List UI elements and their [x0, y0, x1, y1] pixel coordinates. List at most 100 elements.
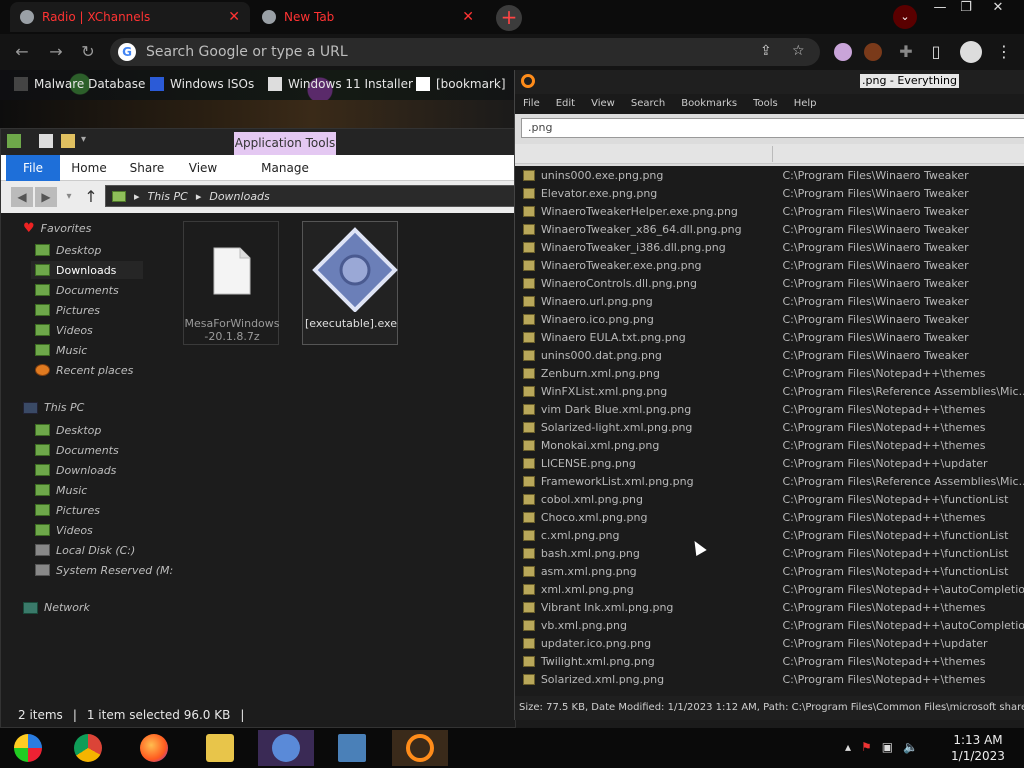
folder-quick-icon[interactable]: [7, 134, 21, 148]
menu-edit[interactable]: Edit: [548, 94, 583, 114]
bookmark-star-icon[interactable]: ☆: [792, 43, 805, 59]
bookmark-placeholder[interactable]: [bookmark]: [416, 77, 506, 91]
result-row[interactable]: WinaeroControls.dll.png.png C:\Program Fi…: [515, 274, 1024, 292]
forward-arrow-icon[interactable]: ▶: [35, 187, 57, 207]
result-row[interactable]: Winaero.url.png.png C:\Program Files\Wina…: [515, 292, 1024, 310]
reload-icon[interactable]: ↻: [78, 42, 98, 62]
nav-pc-downloads[interactable]: Downloads: [35, 461, 116, 479]
tab-manage[interactable]: Manage: [257, 155, 313, 181]
up-arrow-icon[interactable]: ↑: [81, 187, 101, 207]
more-menu-icon[interactable]: ⋮: [994, 42, 1014, 62]
customize-chevron-icon[interactable]: ▾: [81, 134, 95, 148]
nav-pc-desktop[interactable]: Desktop: [35, 421, 101, 439]
taskbar-firefox[interactable]: [126, 730, 182, 766]
result-row[interactable]: Twilight.xml.png.png C:\Program Files\Not…: [515, 652, 1024, 670]
close-tab-icon[interactable]: ✕: [462, 9, 474, 25]
menu-help[interactable]: Help: [786, 94, 825, 114]
results-list[interactable]: unins000.exe.png.png C:\Program Files\Win…: [515, 166, 1024, 696]
result-row[interactable]: updater.ico.png.png C:\Program Files\Note…: [515, 634, 1024, 652]
chevron-down-icon[interactable]: ⌄: [893, 5, 917, 29]
extension-icon[interactable]: [834, 43, 852, 61]
close-tab-icon[interactable]: ✕: [228, 9, 240, 25]
menu-file[interactable]: File: [515, 94, 548, 114]
tab-new-tab[interactable]: New Tab ✕: [252, 2, 484, 32]
result-row[interactable]: c.xml.png.png C:\Program Files\Notepad++\…: [515, 526, 1024, 544]
new-folder-icon[interactable]: [61, 134, 75, 148]
tab-file[interactable]: File: [6, 155, 60, 181]
nav-fav-desktop[interactable]: Desktop: [35, 241, 101, 259]
result-row[interactable]: cobol.xml.png.png C:\Program Files\Notepa…: [515, 490, 1024, 508]
nav-fav-videos[interactable]: Videos: [35, 321, 93, 339]
properties-icon[interactable]: [39, 134, 53, 148]
address-box[interactable]: ▸ This PC ▸ Downloads: [105, 185, 515, 207]
recent-chevron-icon[interactable]: ▾: [59, 187, 79, 207]
profile-avatar-icon[interactable]: [960, 41, 982, 63]
result-row[interactable]: FrameworkList.xml.png.png C:\Program File…: [515, 472, 1024, 490]
file-item-selected[interactable]: [executable].exe: [302, 221, 398, 345]
menu-view[interactable]: View: [583, 94, 623, 114]
nav-fav-music[interactable]: Music: [35, 341, 87, 359]
tab-view[interactable]: View: [181, 155, 225, 181]
result-row[interactable]: LICENSE.png.png C:\Program Files\Notepad+…: [515, 454, 1024, 472]
restore-button[interactable]: ❐: [950, 0, 982, 18]
nav-fav-pictures[interactable]: Pictures: [35, 301, 100, 319]
result-row[interactable]: Zenburn.xml.png.png C:\Program Files\Note…: [515, 364, 1024, 382]
result-row[interactable]: WinFXList.xml.png.png C:\Program Files\Re…: [515, 382, 1024, 400]
result-row[interactable]: Solarized.xml.png.png C:\Program Files\No…: [515, 670, 1024, 688]
bookmark-windows-11-installer[interactable]: Windows 11 Installer: [268, 77, 413, 91]
new-tab-button[interactable]: +: [496, 5, 522, 31]
taskbar-chrome[interactable]: [60, 730, 116, 766]
nav-fav-downloads[interactable]: Downloads: [31, 261, 143, 279]
nav-fav-recent-places[interactable]: Recent places: [35, 361, 133, 379]
result-row[interactable]: WinaeroTweaker_x86_64.dll.png.png C:\Prog…: [515, 220, 1024, 238]
volume-icon[interactable]: 🔈: [903, 740, 918, 754]
nav-network[interactable]: Network: [23, 601, 90, 614]
chevron-up-icon[interactable]: ▴: [845, 740, 851, 754]
share-icon[interactable]: ⇪: [760, 43, 772, 59]
menu-tools[interactable]: Tools: [745, 94, 786, 114]
result-row[interactable]: Winaero.ico.png.png C:\Program Files\Wina…: [515, 310, 1024, 328]
nav-favorites[interactable]: ♥ Favorites: [23, 221, 91, 236]
result-row[interactable]: asm.xml.png.png C:\Program Files\Notepad+…: [515, 562, 1024, 580]
result-row[interactable]: unins000.dat.png.png C:\Program Files\Win…: [515, 346, 1024, 364]
nav-system-reserved[interactable]: System Reserved (M:: [35, 561, 173, 579]
tab-radio[interactable]: Radio | XChannels ✕: [10, 2, 250, 32]
result-row[interactable]: Monokai.xml.png.png C:\Program Files\Note…: [515, 436, 1024, 454]
tab-home[interactable]: Home: [67, 155, 111, 181]
extension-avatar-icon[interactable]: [864, 43, 882, 61]
close-window-button[interactable]: ✕: [982, 0, 1014, 18]
tab-share[interactable]: Share: [125, 155, 169, 181]
omnibox[interactable]: G Search Google or type a URL ⇪ ☆: [110, 38, 820, 66]
taskbar-people[interactable]: [258, 730, 314, 766]
taskbar-file-explorer[interactable]: [192, 730, 248, 766]
bookmark-malware-database[interactable]: Malware Database: [14, 77, 145, 91]
breadcrumb-downloads[interactable]: Downloads: [209, 190, 269, 203]
result-row[interactable]: Choco.xml.png.png C:\Program Files\Notepa…: [515, 508, 1024, 526]
result-row[interactable]: Vibrant Ink.xml.png.png C:\Program Files\…: [515, 598, 1024, 616]
result-row[interactable]: WinaeroTweaker.exe.png.png C:\Program Fil…: [515, 256, 1024, 274]
puzzle-icon[interactable]: ✚: [896, 42, 916, 62]
breadcrumb-this-pc[interactable]: This PC: [148, 190, 188, 203]
flag-icon[interactable]: ⚑: [861, 740, 872, 754]
result-row[interactable]: xml.xml.png.png C:\Program Files\Notepad+…: [515, 580, 1024, 598]
result-row[interactable]: unins000.exe.png.png C:\Program Files\Win…: [515, 166, 1024, 184]
result-row[interactable]: vim Dark Blue.xml.png.png C:\Program File…: [515, 400, 1024, 418]
result-row[interactable]: WinaeroTweakerHelper.exe.png.png C:\Progr…: [515, 202, 1024, 220]
clock[interactable]: 1:13 AM 1/1/2023: [938, 732, 1018, 764]
menu-bookmarks[interactable]: Bookmarks: [673, 94, 745, 114]
everything-search-input[interactable]: .png: [521, 118, 1024, 138]
bookmark-windows-isos[interactable]: Windows ISOs: [150, 77, 254, 91]
column-resize-handle[interactable]: [772, 146, 773, 162]
result-row[interactable]: Elevator.exe.png.png C:\Program Files\Win…: [515, 184, 1024, 202]
side-panel-icon[interactable]: ▯: [926, 42, 946, 62]
start-button[interactable]: [0, 730, 56, 766]
network-icon[interactable]: ▣: [882, 740, 893, 754]
result-row[interactable]: bash.xml.png.png C:\Program Files\Notepad…: [515, 544, 1024, 562]
nav-local-disk[interactable]: Local Disk (C:): [35, 541, 135, 559]
result-row[interactable]: Solarized-light.xml.png.png C:\Program Fi…: [515, 418, 1024, 436]
nav-this-pc[interactable]: This PC: [23, 401, 84, 414]
result-row[interactable]: WinaeroTweaker_i386.dll.png.png C:\Progra…: [515, 238, 1024, 256]
nav-fav-documents[interactable]: Documents: [35, 281, 119, 299]
back-arrow-icon[interactable]: ◀: [11, 187, 33, 207]
file-item[interactable]: MesaForWindows-20.1.8.7z: [183, 221, 280, 345]
